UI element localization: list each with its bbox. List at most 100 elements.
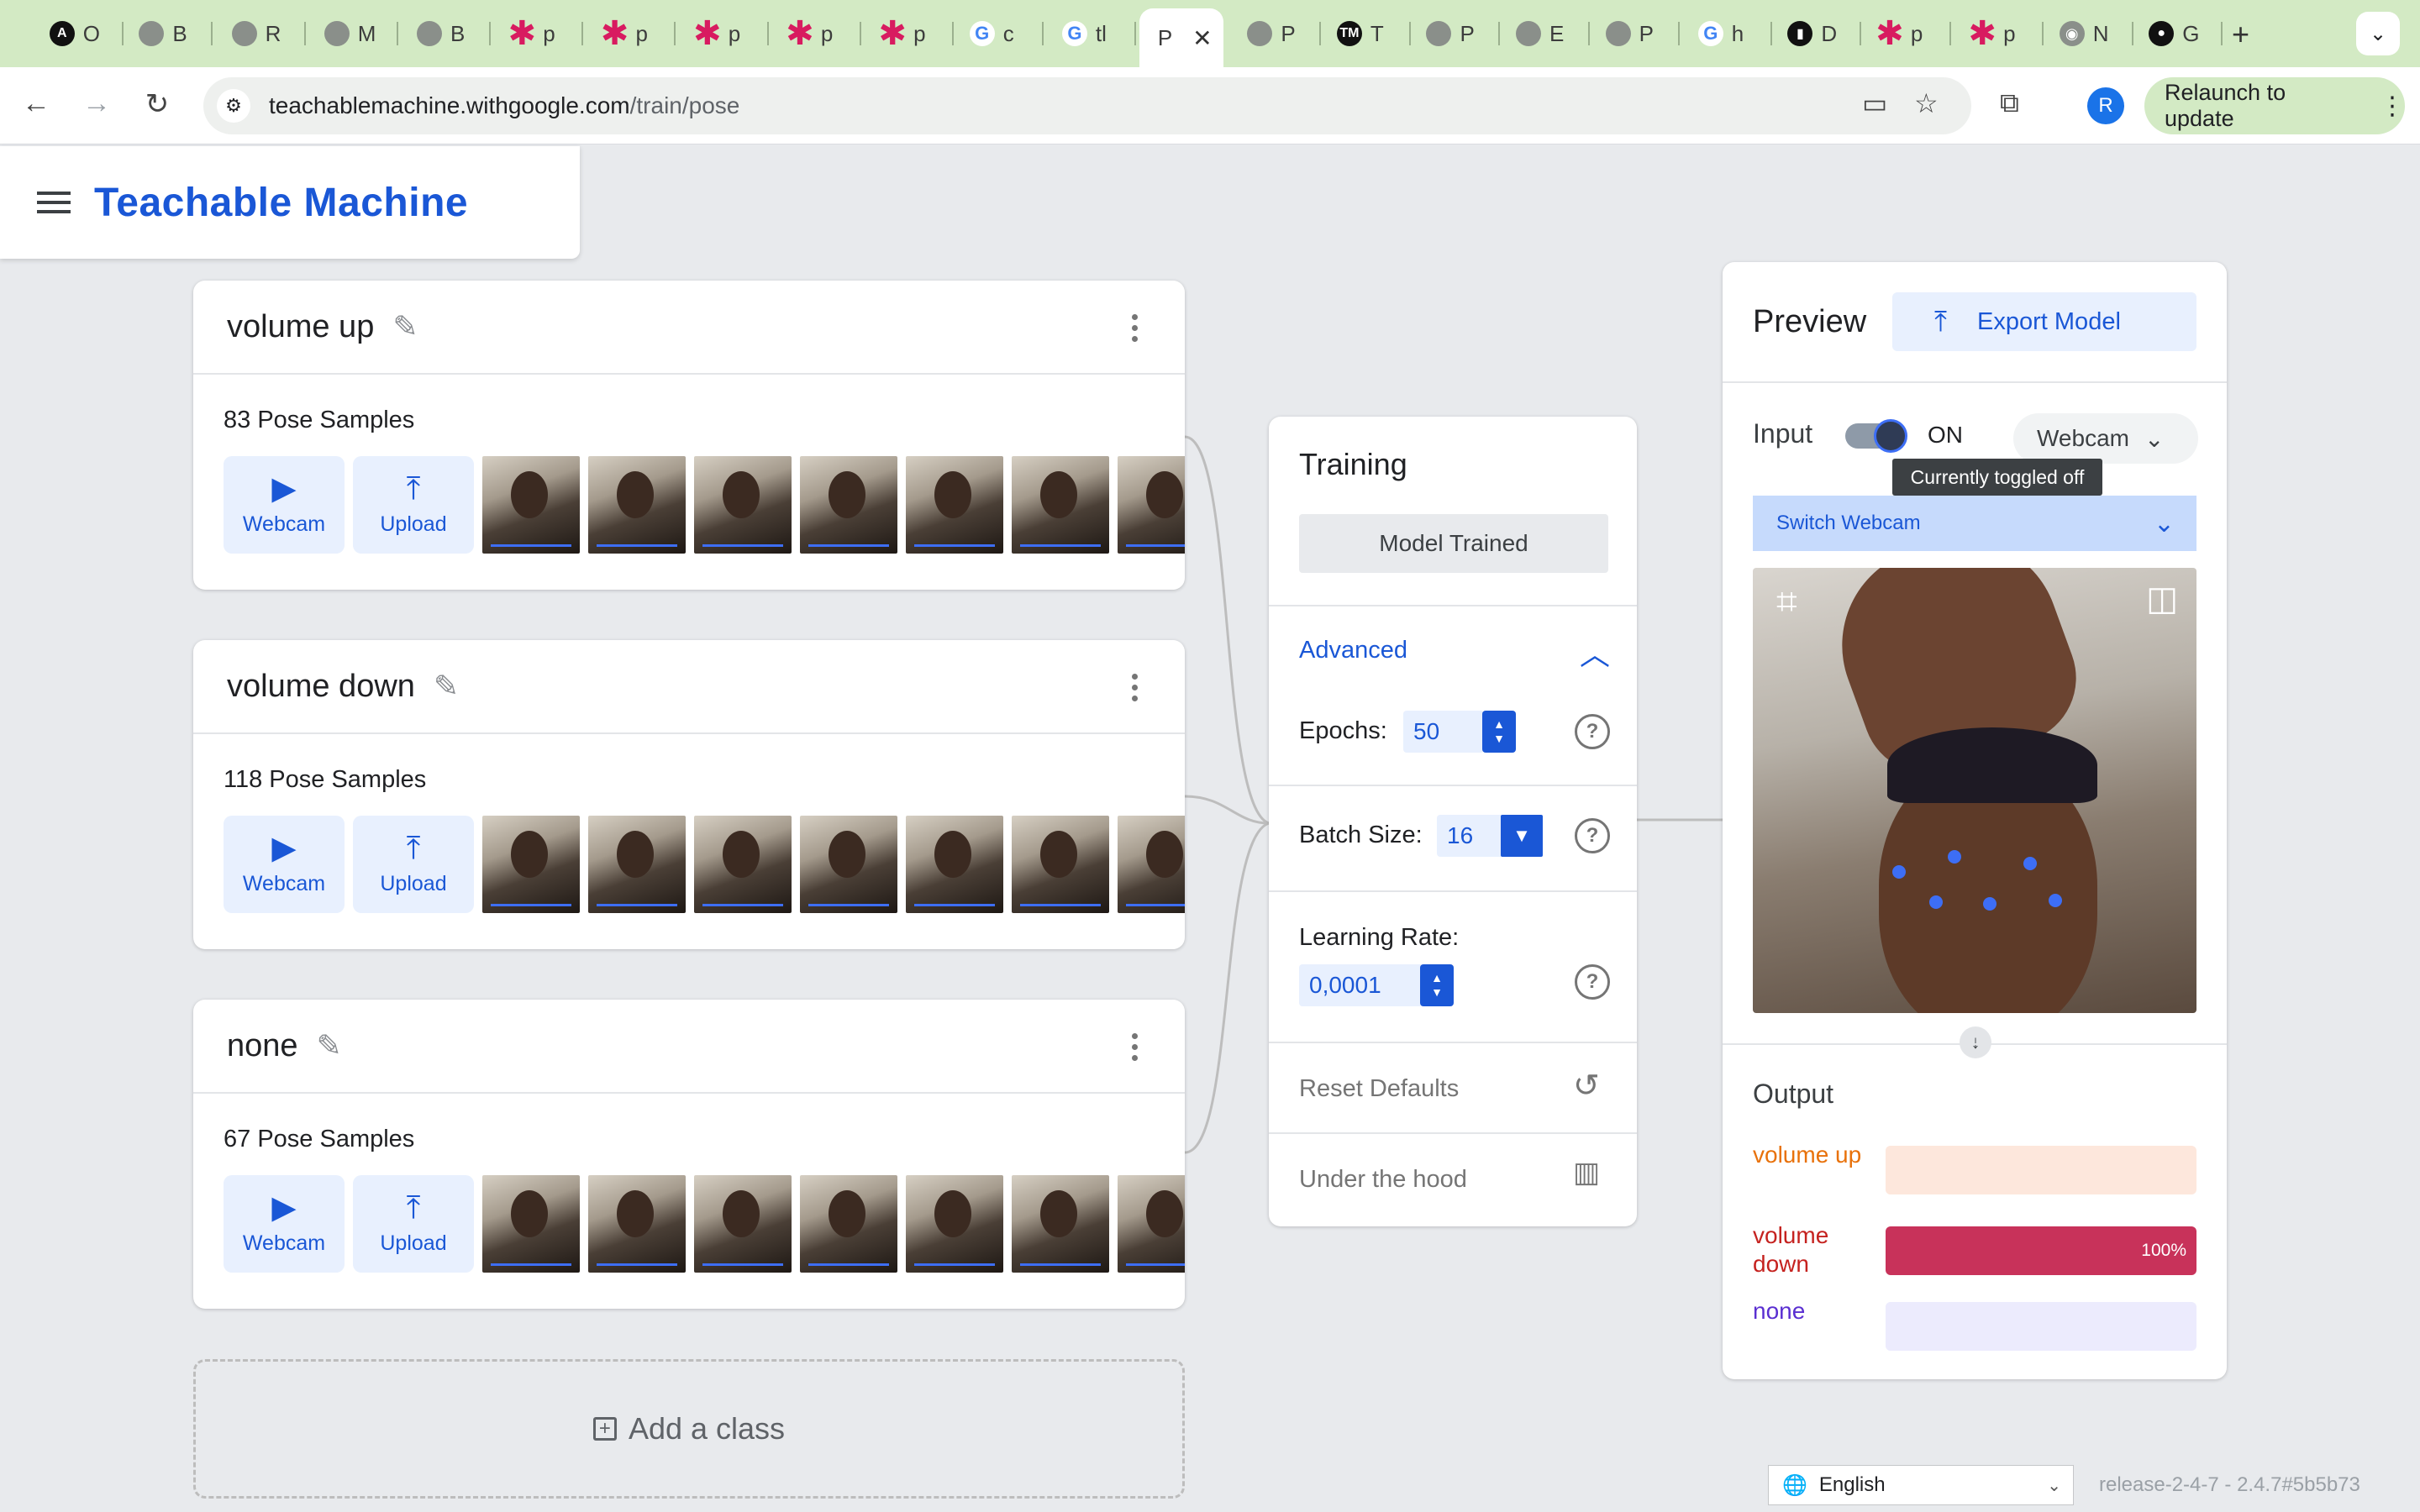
divider: [1269, 1042, 1637, 1043]
sample-thumbnail[interactable]: [1012, 816, 1109, 913]
sample-thumbnail[interactable]: [588, 456, 686, 554]
class-name[interactable]: volume up: [227, 309, 374, 345]
class-card: volume up ✎ 83 Pose Samples ▶ Webcam ⤒ U…: [193, 281, 1185, 590]
upload-icon: ⤒: [406, 830, 421, 866]
release-version: release-2-4-7 - 2.4.7#5b5b73: [2099, 1473, 2360, 1496]
videocam-icon: ▶: [271, 1189, 297, 1226]
help-icon[interactable]: ?: [1575, 714, 1610, 749]
webcam-label: Webcam: [242, 1231, 326, 1255]
sample-thumbnail[interactable]: [800, 1175, 897, 1273]
sample-thumbnail[interactable]: [906, 816, 1003, 913]
epochs-input[interactable]: 50: [1403, 711, 1484, 753]
more-vert-icon[interactable]: [1132, 314, 1138, 342]
sample-thumbnail[interactable]: [906, 456, 1003, 554]
webcam-label: Webcam: [242, 512, 326, 536]
input-label: Input: [1753, 418, 1813, 449]
help-icon[interactable]: ?: [1575, 818, 1610, 853]
chevron-down-icon: ⌄: [2153, 509, 2175, 538]
training-title: Training: [1299, 447, 1407, 481]
batch-size-select[interactable]: 16: [1437, 815, 1504, 857]
dropdown-arrow-icon[interactable]: ▼: [1501, 815, 1543, 857]
export-model-label: Export Model: [1977, 307, 2121, 335]
class-name[interactable]: volume down: [227, 669, 415, 705]
sample-thumbnail[interactable]: [1118, 1175, 1185, 1273]
learning-rate-stepper-icon[interactable]: ▲ ▼: [1420, 964, 1454, 1006]
output-bar-fill: [1886, 1146, 1896, 1194]
sample-thumbnail[interactable]: [588, 816, 686, 913]
upload-icon: ⤒: [406, 1189, 421, 1226]
sample-thumbnail[interactable]: [800, 456, 897, 554]
chevron-down-icon: ⌄: [2144, 425, 2165, 452]
class-name[interactable]: none: [227, 1028, 298, 1064]
sample-thumbnail[interactable]: [800, 816, 897, 913]
upload-button[interactable]: ⤒ Upload: [353, 456, 474, 554]
output-bar: [1886, 1146, 2196, 1194]
export-model-button[interactable]: ⤒ Export Model: [1892, 292, 2196, 351]
batch-size-label: Batch Size:: [1299, 822, 1423, 848]
edit-pencil-icon[interactable]: ✎: [392, 309, 418, 344]
upload-button[interactable]: ⤒ Upload: [353, 816, 474, 913]
output-label: volume up: [1753, 1142, 1862, 1168]
sample-thumbnail[interactable]: [694, 456, 792, 554]
epochs-label: Epochs:: [1299, 717, 1387, 744]
preview-panel: Preview ⤒ Export Model Input ON Webcam ⌄…: [1723, 262, 2227, 1379]
bar-chart-icon[interactable]: ▥: [1573, 1156, 1600, 1189]
upload-label: Upload: [380, 871, 447, 895]
sample-thumbnail[interactable]: [694, 816, 792, 913]
more-vert-icon[interactable]: [1132, 674, 1138, 701]
sample-thumbnail[interactable]: [1118, 456, 1185, 554]
webcam-button[interactable]: ▶ Webcam: [224, 456, 345, 554]
divider: [1723, 381, 2227, 383]
upload-icon: ⤒: [406, 470, 421, 507]
reset-defaults-button[interactable]: Reset Defaults: [1299, 1075, 1459, 1103]
advanced-toggle[interactable]: Advanced: [1299, 637, 1407, 664]
input-toggle[interactable]: [1845, 419, 1907, 453]
upload-button[interactable]: ⤒ Upload: [353, 1175, 474, 1273]
sample-thumbnail[interactable]: [1012, 1175, 1109, 1273]
output-bar-fill: [1886, 1302, 1896, 1351]
webcam-button[interactable]: ▶ Webcam: [224, 816, 345, 913]
switch-webcam-label: Switch Webcam: [1776, 512, 1921, 534]
upload-icon: ⤒: [1934, 305, 1948, 338]
divider: [1269, 1132, 1637, 1134]
add-class-button[interactable]: + Add a class: [193, 1359, 1185, 1499]
input-source-select[interactable]: Webcam ⌄: [2013, 413, 2198, 464]
flip-icon[interactable]: ◫: [2146, 580, 2178, 618]
sample-thumbnail[interactable]: [482, 816, 580, 913]
sample-thumbnail[interactable]: [1118, 816, 1185, 913]
history-icon[interactable]: ↺: [1573, 1067, 1600, 1105]
edit-pencil-icon[interactable]: ✎: [317, 1028, 342, 1063]
upload-label: Upload: [380, 1231, 447, 1255]
add-box-icon: +: [592, 1417, 617, 1441]
class-card: volume down ✎ 118 Pose Samples ▶ Webcam …: [193, 640, 1185, 949]
language-select[interactable]: 🌐 English ⌄: [1768, 1465, 2074, 1505]
webcam-button[interactable]: ▶ Webcam: [224, 1175, 345, 1273]
sample-row: ▶ Webcam ⤒ Upload: [224, 816, 1185, 913]
divider: [1269, 890, 1637, 892]
sample-thumbnail[interactable]: [694, 1175, 792, 1273]
training-panel: Training Model Trained Advanced ︿ Epochs…: [1269, 417, 1637, 1226]
sample-thumbnail[interactable]: [906, 1175, 1003, 1273]
under-the-hood-button[interactable]: Under the hood: [1299, 1166, 1467, 1194]
input-source-value: Webcam: [2037, 425, 2129, 451]
edit-pencil-icon[interactable]: ✎: [434, 669, 459, 704]
more-vert-icon[interactable]: [1132, 1033, 1138, 1061]
epochs-stepper-icon[interactable]: ▲ ▼: [1482, 711, 1516, 753]
sample-row: ▶ Webcam ⤒ Upload: [224, 1175, 1185, 1273]
output-label: volume down: [1753, 1222, 1829, 1277]
divider: [1723, 1043, 2227, 1045]
sample-count: 67 Pose Samples: [224, 1126, 415, 1152]
model-trained-button[interactable]: Model Trained: [1299, 514, 1608, 573]
output-title: Output: [1753, 1079, 1834, 1109]
switch-webcam-select[interactable]: Switch Webcam ⌄: [1753, 496, 2196, 551]
class-card-body: 67 Pose Samples ▶ Webcam ⤒ Upload: [193, 1094, 1185, 1307]
help-icon[interactable]: ?: [1575, 964, 1610, 1000]
sample-thumbnail[interactable]: [1012, 456, 1109, 554]
sample-thumbnail[interactable]: [482, 456, 580, 554]
crop-icon[interactable]: ⌗: [1776, 581, 1797, 623]
chevron-up-icon[interactable]: ︿: [1580, 630, 1610, 674]
sample-thumbnail[interactable]: [482, 1175, 580, 1273]
language-value: English: [1818, 1473, 1886, 1496]
sample-thumbnail[interactable]: [588, 1175, 686, 1273]
learning-rate-input[interactable]: 0,0001: [1299, 964, 1425, 1006]
